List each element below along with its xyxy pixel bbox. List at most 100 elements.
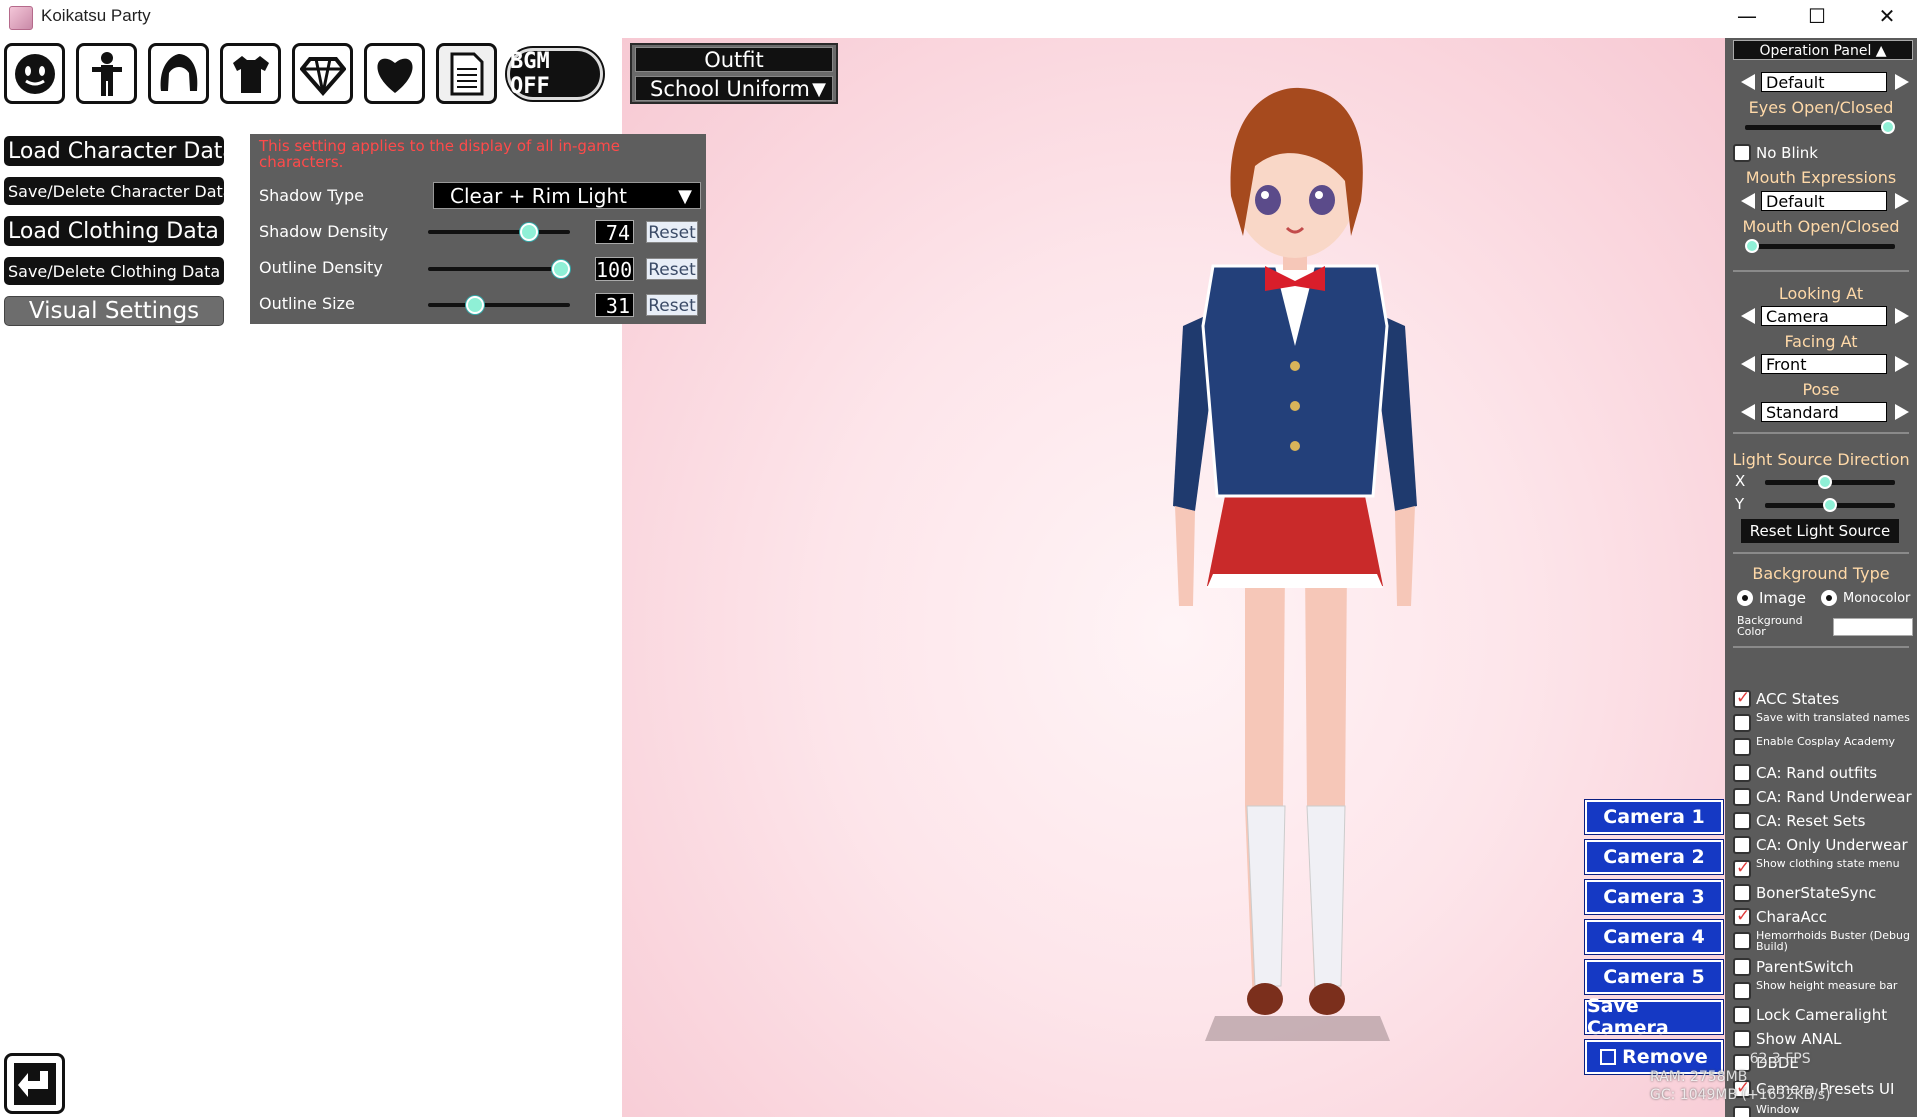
outline-density-value[interactable]: 100 bbox=[595, 257, 634, 282]
arrow-right-icon[interactable] bbox=[1895, 404, 1909, 420]
shadow-type-label: Shadow Type bbox=[259, 186, 364, 205]
outline-density-reset-button[interactable]: Reset bbox=[646, 258, 698, 280]
no-blink-checkbox[interactable] bbox=[1733, 144, 1751, 162]
arrow-right-icon[interactable] bbox=[1895, 308, 1909, 324]
hair-tab-button[interactable] bbox=[148, 43, 209, 104]
arrow-right-icon[interactable] bbox=[1895, 193, 1909, 209]
plugin-checkbox-label: Enable Cosplay Academy bbox=[1756, 735, 1895, 748]
shadow-density-knob[interactable] bbox=[519, 223, 538, 241]
eyes-open-slider[interactable] bbox=[1745, 125, 1895, 130]
bg-image-radio[interactable] bbox=[1737, 590, 1753, 606]
shadow-density-slider[interactable] bbox=[428, 230, 570, 234]
load-clothing-button[interactable]: Load Clothing Data bbox=[4, 216, 224, 246]
body-tab-button[interactable] bbox=[76, 43, 137, 104]
outfit-dropdown[interactable]: School Uniform ▼ bbox=[635, 76, 833, 101]
operation-panel-header[interactable]: Operation Panel ▲ bbox=[1733, 40, 1913, 60]
plugin-checkbox[interactable] bbox=[1733, 884, 1751, 902]
outline-size-knob[interactable] bbox=[466, 296, 485, 314]
plugin-checkbox-label: BonerStateSync bbox=[1756, 884, 1877, 902]
plugin-checkbox-label: Lock Cameralight bbox=[1756, 1006, 1888, 1024]
divider bbox=[1733, 646, 1909, 648]
mouth-open-knob[interactable] bbox=[1745, 239, 1759, 253]
plugin-checkbox-label: ACC States bbox=[1756, 690, 1840, 708]
hair-icon bbox=[160, 53, 197, 91]
plugin-checkbox-label: CA: Only Underwear bbox=[1756, 836, 1908, 854]
light-y-knob[interactable] bbox=[1823, 498, 1837, 512]
arrow-right-icon[interactable] bbox=[1895, 356, 1909, 372]
outline-density-slider[interactable] bbox=[428, 267, 570, 271]
shadow-density-reset-button[interactable]: Reset bbox=[646, 221, 698, 243]
outline-size-reset-button[interactable]: Reset bbox=[646, 294, 698, 316]
plugin-checkbox[interactable] bbox=[1733, 1106, 1751, 1117]
plugin-checkbox[interactable] bbox=[1733, 688, 1751, 708]
save-delete-character-button[interactable]: Save/Delete Character Data bbox=[4, 177, 233, 205]
face-tab-button[interactable] bbox=[4, 43, 65, 104]
facing-at-select[interactable]: Front bbox=[1761, 354, 1887, 374]
operation-panel: Operation Panel ▲ Default Eyes Open/Clos… bbox=[1725, 38, 1917, 1117]
outline-density-knob[interactable] bbox=[552, 260, 570, 278]
camera-2-button[interactable]: Camera 2 bbox=[1585, 840, 1723, 874]
eye-expression-select[interactable]: Default bbox=[1761, 72, 1887, 92]
plugin-checkbox[interactable] bbox=[1733, 764, 1751, 782]
plugin-checkbox-label: Hemorrhoids Buster (Debug Build) bbox=[1756, 929, 1910, 953]
bg-monocolor-radio[interactable] bbox=[1821, 590, 1837, 606]
mouth-expression-select[interactable]: Default bbox=[1761, 191, 1887, 211]
plugin-checkbox[interactable] bbox=[1733, 788, 1751, 806]
clothes-icon bbox=[232, 55, 269, 93]
plugin-checkbox[interactable] bbox=[1733, 958, 1751, 976]
looking-at-select[interactable]: Camera bbox=[1761, 306, 1887, 326]
plugin-checkbox-label: Show ANAL bbox=[1756, 1030, 1842, 1048]
plugin-checkbox[interactable] bbox=[1733, 906, 1751, 926]
bg-monocolor-label: Monocolor bbox=[1843, 591, 1911, 606]
plugin-checkbox[interactable] bbox=[1733, 1006, 1751, 1024]
light-x-knob[interactable] bbox=[1818, 475, 1833, 489]
bgm-toggle-button[interactable]: BGM OFF bbox=[507, 48, 603, 100]
outline-size-slider[interactable] bbox=[428, 303, 570, 307]
plugin-checkbox[interactable] bbox=[1733, 858, 1751, 878]
close-button[interactable]: ✕ bbox=[1852, 0, 1917, 32]
outline-size-value[interactable]: 31 bbox=[595, 293, 634, 318]
camera-5-button[interactable]: Camera 5 bbox=[1585, 960, 1723, 994]
app-icon bbox=[9, 6, 33, 30]
arrow-left-icon[interactable] bbox=[1741, 404, 1755, 420]
camera-1-button[interactable]: Camera 1 bbox=[1585, 800, 1723, 834]
background-color-swatch[interactable] bbox=[1833, 618, 1913, 636]
plugin-checkbox[interactable] bbox=[1733, 982, 1751, 1000]
return-button[interactable] bbox=[4, 1053, 65, 1114]
clothes-tab-button[interactable] bbox=[220, 43, 281, 104]
plugin-checkbox[interactable] bbox=[1733, 812, 1751, 830]
pose-select[interactable]: Standard bbox=[1761, 402, 1887, 422]
plugin-checkbox[interactable] bbox=[1733, 714, 1751, 732]
arrow-left-icon[interactable] bbox=[1741, 74, 1755, 90]
visual-settings-button[interactable]: Visual Settings bbox=[4, 296, 224, 326]
plugin-checkbox[interactable] bbox=[1733, 932, 1751, 950]
arrow-right-icon[interactable] bbox=[1895, 74, 1909, 90]
save-camera-button[interactable]: Save Camera bbox=[1585, 995, 1723, 1039]
document-tab-button[interactable] bbox=[436, 43, 497, 104]
mouth-open-slider[interactable] bbox=[1745, 244, 1895, 249]
camera-4-button[interactable]: Camera 4 bbox=[1585, 920, 1723, 954]
shadow-density-value[interactable]: 74 bbox=[595, 220, 634, 245]
plugin-checkbox-label: CharaAcc bbox=[1756, 908, 1828, 926]
plugin-checkbox[interactable] bbox=[1733, 1030, 1751, 1048]
save-delete-clothing-button[interactable]: Save/Delete Clothing Data bbox=[4, 257, 224, 285]
minimize-button[interactable]: — bbox=[1712, 0, 1782, 32]
load-character-button[interactable]: Load Character Data bbox=[4, 136, 236, 166]
eyes-open-knob[interactable] bbox=[1881, 120, 1895, 134]
arrow-left-icon[interactable] bbox=[1741, 193, 1755, 209]
background-color-label: Background Color bbox=[1737, 614, 1803, 638]
light-x-label: X bbox=[1735, 472, 1746, 490]
camera-3-button[interactable]: Camera 3 bbox=[1585, 880, 1723, 914]
accessory-tab-button[interactable] bbox=[292, 43, 353, 104]
heart-tab-button[interactable] bbox=[364, 43, 425, 104]
shadow-type-dropdown[interactable]: Clear + Rim Light ▼ bbox=[433, 182, 701, 209]
plugin-checkbox[interactable] bbox=[1733, 836, 1751, 854]
gc-readout: GC: 1049MB (+1632KB/s) bbox=[1650, 1087, 1831, 1103]
return-arrow-icon bbox=[13, 1062, 56, 1105]
arrow-left-icon[interactable] bbox=[1741, 308, 1755, 324]
plugin-checkbox[interactable] bbox=[1733, 738, 1751, 756]
maximize-button[interactable]: ☐ bbox=[1782, 0, 1852, 32]
plugin-checkbox-label: CA: Rand Underwear bbox=[1756, 788, 1912, 806]
arrow-left-icon[interactable] bbox=[1741, 356, 1755, 372]
reset-light-source-button[interactable]: Reset Light Source bbox=[1741, 519, 1899, 543]
